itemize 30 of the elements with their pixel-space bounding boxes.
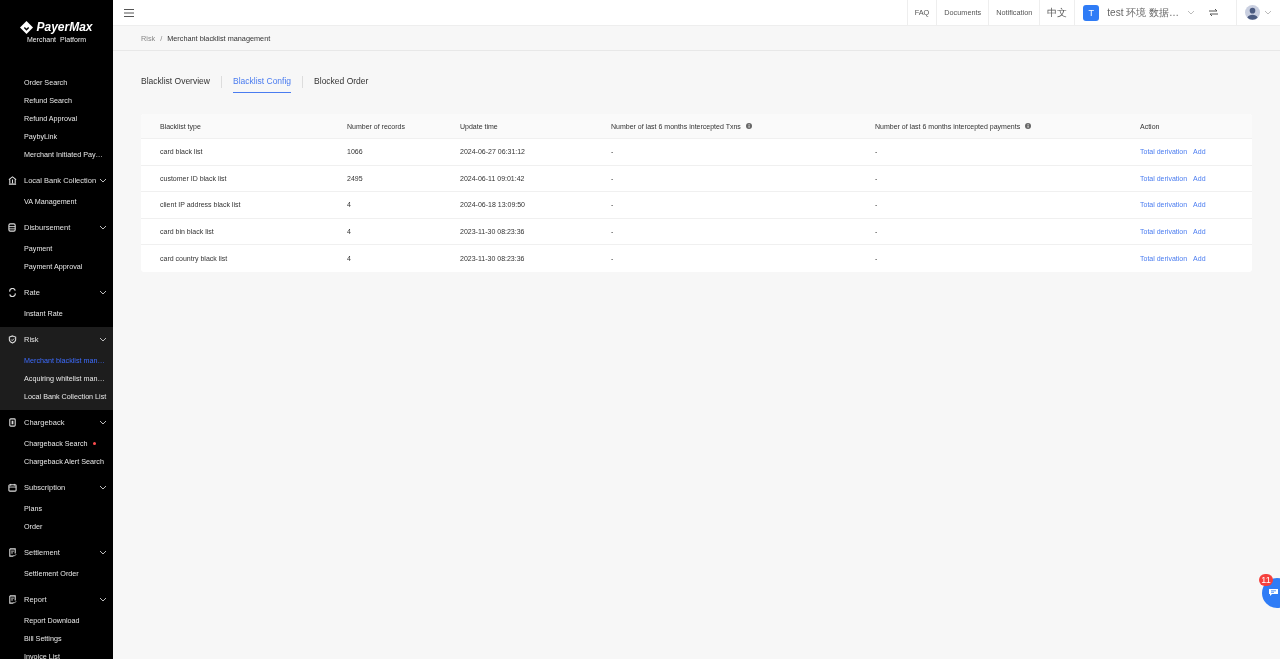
account-avatar: T bbox=[1083, 4, 1100, 21]
document-icon bbox=[8, 547, 17, 557]
document-icon bbox=[8, 594, 17, 604]
account-name[interactable]: test 环境 数据… bbox=[1107, 5, 1179, 20]
chat-icon bbox=[1269, 588, 1278, 597]
chevron-down-icon bbox=[99, 224, 107, 230]
chevron-down-icon bbox=[99, 177, 107, 183]
top-link[interactable]: 中文 bbox=[1039, 0, 1075, 25]
logo-text: PayerMax bbox=[36, 20, 93, 34]
logo-icon bbox=[20, 20, 34, 34]
bank-icon bbox=[8, 175, 17, 185]
chevron-down-icon bbox=[99, 336, 107, 342]
calendar-icon bbox=[8, 482, 17, 492]
tab[interactable]: Blocked Order bbox=[314, 74, 369, 93]
menu-icon[interactable] bbox=[124, 8, 134, 17]
chevron-down-icon bbox=[99, 549, 107, 555]
swap-icon[interactable] bbox=[1209, 9, 1218, 16]
chevron-down-icon bbox=[99, 289, 107, 295]
stack-icon bbox=[8, 222, 17, 232]
user-avatar-icon[interactable] bbox=[1245, 5, 1260, 20]
shield-icon bbox=[8, 334, 17, 344]
chevron-down-icon bbox=[1187, 10, 1195, 15]
chevron-down-icon bbox=[99, 596, 107, 602]
chevron-down-icon bbox=[1264, 10, 1272, 15]
tab[interactable]: Blacklist Config bbox=[232, 74, 292, 93]
phone-icon bbox=[8, 417, 17, 427]
tab[interactable]: Blacklist Overview bbox=[141, 74, 210, 93]
exchange-icon bbox=[8, 287, 17, 297]
chevron-down-icon bbox=[99, 484, 107, 490]
chevron-down-icon bbox=[99, 419, 107, 425]
